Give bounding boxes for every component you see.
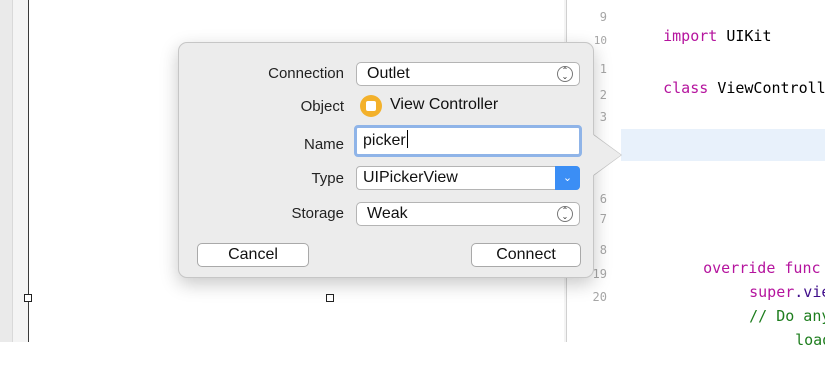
- connect-button[interactable]: Connect: [471, 243, 581, 267]
- connection-insertion-indicator: [621, 129, 825, 161]
- resize-handle-left[interactable]: [24, 294, 32, 302]
- up-down-arrows-icon: ⌃ ⌄: [557, 206, 573, 222]
- cancel-button[interactable]: Cancel: [197, 243, 309, 267]
- object-value: View Controller: [390, 96, 499, 113]
- object-label: Object: [300, 98, 344, 115]
- view-controller-icon: [360, 95, 382, 117]
- storage-value: Weak: [367, 205, 408, 222]
- keyword: class: [663, 79, 709, 97]
- chevron-down-icon[interactable]: ⌄: [555, 166, 580, 190]
- line-number: 20: [592, 290, 607, 304]
- type-combo-box[interactable]: UIPickerView ⌄: [356, 166, 580, 190]
- canvas-left-margin: [0, 0, 13, 342]
- type-value: UIPickerView: [363, 169, 458, 186]
- text-caret: [406, 130, 408, 148]
- connection-label: Connection: [268, 65, 344, 82]
- line-number: 9: [599, 10, 607, 24]
- name-value: picker: [363, 132, 406, 149]
- connection-popup[interactable]: Outlet ⌃ ⌄: [356, 62, 580, 86]
- type-label: Type: [311, 170, 344, 187]
- popover-arrow-fill: [592, 134, 621, 176]
- connection-value: Outlet: [367, 65, 410, 82]
- code-line-import[interactable]: import UIKit: [627, 9, 772, 63]
- storage-popup[interactable]: Weak ⌃ ⌄: [356, 202, 580, 226]
- outlet-connection-popover: Connection Outlet ⌃ ⌄ Object View Control…: [178, 42, 594, 278]
- storage-label: Storage: [291, 205, 344, 222]
- resize-handle-bottom[interactable]: [326, 294, 334, 302]
- scene-border: [28, 0, 29, 342]
- code-line-class[interactable]: class ViewControll: [627, 61, 825, 115]
- name-label: Name: [303, 136, 344, 153]
- up-down-arrows-icon: ⌃ ⌄: [557, 66, 573, 82]
- code-line-comment-cont[interactable]: loadin: [759, 313, 825, 367]
- object-value-container: View Controller: [360, 94, 580, 120]
- class-name: ViewControll: [717, 79, 825, 97]
- keyword: import: [663, 27, 718, 45]
- name-field[interactable]: picker: [354, 125, 582, 157]
- comment: loadin: [795, 331, 825, 349]
- module-name: UIKit: [726, 27, 772, 45]
